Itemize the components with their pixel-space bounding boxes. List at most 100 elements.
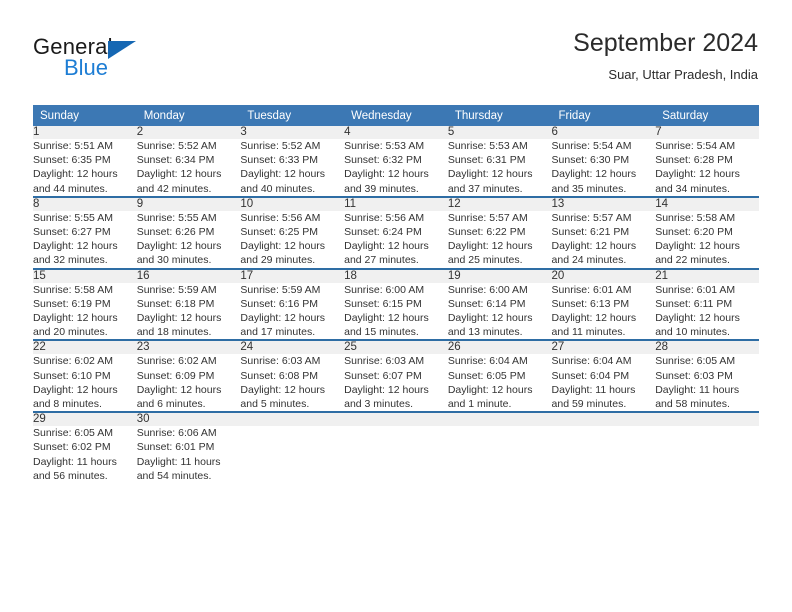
day-daylight-line: and 44 minutes. bbox=[33, 182, 108, 195]
week-details-row: Sunrise: 6:05 AM Sunset: 6:02 PM Daylight:… bbox=[33, 426, 759, 483]
day-sunset-line: Sunset: 6:24 PM bbox=[344, 226, 422, 239]
day-daylight-line: and 20 minutes. bbox=[33, 326, 108, 339]
day-details: Sunrise: 6:00 AM Sunset: 6:15 PM Daylight:… bbox=[344, 283, 448, 341]
day-sunset-line: Sunset: 6:11 PM bbox=[655, 297, 733, 310]
day-sunset-line: Sunset: 6:08 PM bbox=[240, 369, 319, 382]
day-daylight-line: and 29 minutes. bbox=[240, 254, 316, 267]
day-daylight-line: and 42 minutes. bbox=[136, 182, 212, 195]
day-daylight-line: and 37 minutes. bbox=[447, 182, 523, 195]
day-daylight-line: Daylight: 11 hours bbox=[33, 455, 117, 468]
day-details: Sunrise: 5:55 AM Sunset: 6:26 PM Daylight:… bbox=[137, 211, 241, 269]
day-sunrise-line: Sunrise: 5:53 AM bbox=[447, 140, 528, 152]
day-details: Sunrise: 5:53 AM Sunset: 6:31 PM Daylight:… bbox=[448, 139, 552, 197]
day-details: Sunrise: 6:06 AM Sunset: 6:01 PM Daylight:… bbox=[137, 426, 241, 483]
day-number[interactable]: 16 bbox=[136, 267, 241, 283]
day-number[interactable]: 14 bbox=[655, 195, 759, 211]
day-sunset-line: Sunset: 6:22 PM bbox=[447, 226, 526, 239]
day-number[interactable]: 3 bbox=[240, 126, 345, 139]
day-details: Sunrise: 6:01 AM Sunset: 6:11 PM Daylight:… bbox=[655, 283, 759, 341]
day-details: Sunrise: 5:56 AM Sunset: 6:25 PM Daylight:… bbox=[240, 211, 344, 269]
day-daylight-line: and 8 minutes. bbox=[33, 398, 102, 411]
day-details: Sunrise: 5:59 AM Sunset: 6:18 PM Daylight:… bbox=[137, 283, 241, 341]
day-sunset-line: Sunset: 6:18 PM bbox=[136, 297, 215, 310]
day-sunrise-line: Sunrise: 6:04 AM bbox=[551, 355, 632, 368]
day-number[interactable]: 23 bbox=[136, 339, 241, 355]
day-daylight-line: and 3 minutes. bbox=[344, 398, 413, 411]
day-cell-empty bbox=[344, 411, 448, 427]
day-details: Sunrise: 6:03 AM Sunset: 6:08 PM Daylight:… bbox=[240, 354, 344, 412]
day-sunset-line: Sunset: 6:33 PM bbox=[240, 154, 319, 167]
day-sunrise-line: Sunrise: 6:01 AM bbox=[655, 283, 736, 296]
day-sunset-line: Sunset: 6:27 PM bbox=[33, 226, 111, 239]
week-details-row: Sunrise: 6:02 AM Sunset: 6:10 PM Daylight:… bbox=[33, 354, 759, 412]
day-sunrise-line: Sunrise: 5:59 AM bbox=[136, 283, 217, 296]
day-sunrise-line: Sunrise: 5:52 AM bbox=[240, 140, 321, 152]
day-number[interactable]: 15 bbox=[33, 267, 137, 283]
day-sunset-line: Sunset: 6:10 PM bbox=[33, 369, 111, 382]
day-number[interactable]: 17 bbox=[240, 267, 345, 283]
day-daylight-line: Daylight: 12 hours bbox=[655, 240, 740, 253]
day-number[interactable]: 26 bbox=[447, 339, 552, 355]
day-daylight-line: Daylight: 12 hours bbox=[33, 240, 118, 253]
day-number[interactable]: 24 bbox=[240, 339, 345, 355]
day-daylight-line: and 34 minutes. bbox=[655, 182, 730, 195]
day-number[interactable]: 8 bbox=[33, 195, 137, 211]
day-sunrise-line: Sunrise: 6:05 AM bbox=[655, 355, 736, 368]
day-number[interactable]: 4 bbox=[344, 126, 448, 139]
day-sunrise-line: Sunrise: 5:54 AM bbox=[655, 140, 736, 152]
day-number[interactable]: 13 bbox=[551, 195, 656, 211]
day-number[interactable]: 21 bbox=[655, 267, 759, 283]
day-number[interactable]: 19 bbox=[447, 267, 552, 283]
day-number[interactable]: 22 bbox=[33, 339, 137, 355]
day-sunrise-line: Sunrise: 5:57 AM bbox=[447, 211, 528, 224]
day-sunrise-line: Sunrise: 6:05 AM bbox=[33, 427, 113, 440]
day-number[interactable]: 25 bbox=[344, 339, 448, 355]
week-daynumber-row: 8 9 10 11 12 13 14 bbox=[33, 195, 759, 211]
day-daylight-line: and 15 minutes. bbox=[344, 326, 419, 339]
day-sunrise-line: Sunrise: 6:00 AM bbox=[344, 283, 425, 296]
day-daylight-line: and 6 minutes. bbox=[136, 398, 206, 411]
day-details: Sunrise: 5:54 AM Sunset: 6:28 PM Daylight:… bbox=[655, 139, 759, 197]
day-daylight-line: and 25 minutes. bbox=[447, 254, 523, 267]
day-number[interactable]: 10 bbox=[240, 195, 345, 211]
day-number[interactable]: 29 bbox=[33, 411, 137, 427]
day-daylight-line: Daylight: 12 hours bbox=[136, 312, 222, 325]
day-details: Sunrise: 6:04 AM Sunset: 6:04 PM Daylight:… bbox=[552, 354, 656, 412]
day-sunset-line: Sunset: 6:20 PM bbox=[655, 226, 733, 239]
day-number[interactable]: 6 bbox=[551, 126, 656, 139]
day-number[interactable]: 5 bbox=[447, 126, 552, 139]
day-sunrise-line: Sunrise: 6:06 AM bbox=[136, 427, 217, 440]
day-number[interactable]: 11 bbox=[344, 195, 448, 211]
day-details: Sunrise: 6:03 AM Sunset: 6:07 PM Daylight:… bbox=[344, 354, 448, 412]
day-details: Sunrise: 5:57 AM Sunset: 6:21 PM Daylight:… bbox=[552, 211, 656, 269]
day-sunset-line: Sunset: 6:09 PM bbox=[136, 369, 215, 382]
general-blue-logo[interactable]: General Blue bbox=[33, 28, 263, 90]
day-sunrise-line: Sunrise: 5:55 AM bbox=[136, 211, 217, 224]
day-daylight-line: Daylight: 12 hours bbox=[33, 312, 118, 325]
day-daylight-line: Daylight: 12 hours bbox=[136, 240, 222, 253]
day-daylight-line: and 58 minutes. bbox=[655, 398, 730, 411]
day-sunset-line: Sunset: 6:25 PM bbox=[240, 226, 319, 239]
day-number[interactable]: 28 bbox=[655, 339, 759, 355]
day-number[interactable]: 9 bbox=[136, 195, 241, 211]
day-daylight-line: and 32 minutes. bbox=[33, 254, 108, 267]
day-daylight-line: and 17 minutes. bbox=[240, 326, 316, 339]
day-sunrise-line: Sunrise: 6:02 AM bbox=[136, 355, 217, 368]
day-number[interactable]: 12 bbox=[447, 195, 552, 211]
day-number[interactable]: 1 bbox=[33, 126, 137, 139]
day-daylight-line: and 24 minutes. bbox=[551, 254, 627, 267]
day-number[interactable]: 18 bbox=[344, 267, 448, 283]
day-sunset-line: Sunset: 6:03 PM bbox=[655, 369, 733, 382]
day-details: Sunrise: 6:05 AM Sunset: 6:02 PM Daylight:… bbox=[33, 426, 137, 483]
day-sunrise-line: Sunrise: 5:56 AM bbox=[240, 211, 321, 224]
day-daylight-line: and 40 minutes. bbox=[240, 182, 316, 195]
day-number[interactable]: 7 bbox=[655, 126, 759, 139]
day-number[interactable]: 27 bbox=[551, 339, 656, 355]
day-daylight-line: and 35 minutes. bbox=[551, 182, 627, 195]
week-details-row: Sunrise: 5:58 AM Sunset: 6:19 PM Daylight:… bbox=[33, 283, 759, 341]
day-number[interactable]: 20 bbox=[551, 267, 656, 283]
day-number[interactable]: 30 bbox=[136, 411, 241, 427]
day-number[interactable]: 2 bbox=[136, 126, 241, 139]
day-sunset-line: Sunset: 6:31 PM bbox=[447, 154, 526, 167]
weekday-header-saturday: Saturday bbox=[655, 105, 759, 126]
